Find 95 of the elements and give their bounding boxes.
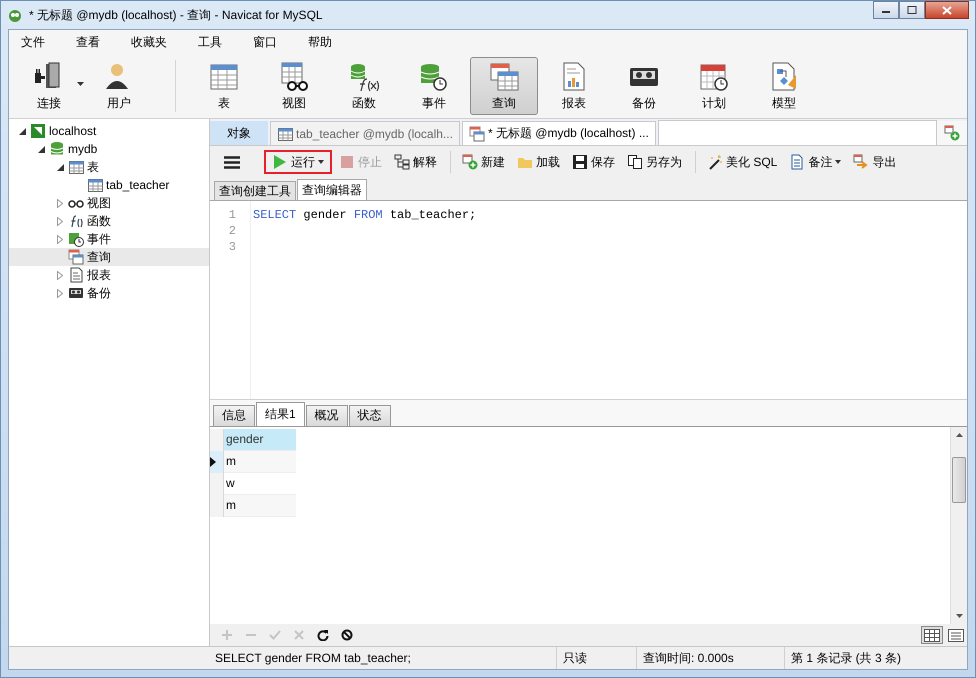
editor-toolbar-button[interactable]: 新建 — [457, 150, 510, 174]
toolbar-button[interactable]: 查询 — [470, 57, 538, 115]
document-icon — [789, 154, 806, 170]
report-icon — [68, 267, 84, 283]
editor-toolbar-button[interactable]: 备注 — [784, 150, 846, 174]
editor-toolbar-button[interactable]: 另存为 — [622, 150, 687, 174]
document-tab[interactable]: * 无标题 @mydb (localhost) ... — [462, 121, 656, 145]
table-cell: m — [224, 450, 296, 472]
view-mode-button[interactable] — [921, 626, 943, 644]
status-text: SELECT gender FROM tab_teacher; — [209, 647, 557, 669]
server-icon — [30, 123, 46, 139]
scroll-down-icon — [956, 614, 962, 618]
status-text: 只读 — [557, 647, 637, 669]
toolbar-button[interactable]: 函数 — [330, 57, 398, 115]
table-icon — [87, 177, 103, 193]
menu-item[interactable]: 查看 — [68, 32, 108, 52]
form-view-icon — [948, 628, 964, 642]
tree-item[interactable]: 查询 — [9, 248, 209, 266]
tree-item[interactable]: 函数 — [9, 212, 209, 230]
row-header[interactable] — [210, 450, 224, 472]
app-logo-icon — [7, 7, 23, 23]
status-text: 第 1 条记录 (共 3 条) — [790, 650, 902, 666]
tree-item[interactable]: 事件 — [9, 230, 209, 248]
toolbar-button[interactable]: 计划 — [680, 57, 748, 115]
query-tables-icon — [488, 60, 520, 92]
menu-icon — [224, 156, 240, 168]
tree-item[interactable]: localhost — [9, 122, 209, 140]
scroll-thumb[interactable] — [952, 456, 966, 502]
toolbar-button[interactable]: 报表 — [540, 57, 608, 115]
editor-mode-tab[interactable]: 查询创建工具 — [214, 181, 296, 200]
result-tab[interactable]: 结果1 — [256, 402, 305, 426]
menu-item[interactable]: 收藏夹 — [123, 32, 175, 52]
result-tab[interactable]: 信息 — [213, 404, 255, 426]
tree-item[interactable]: 视图 — [9, 194, 209, 212]
toolbar-button[interactable]: 连接 — [15, 57, 83, 115]
editor-toolbar-button[interactable]: 导出 — [848, 150, 902, 174]
toolbar-button[interactable]: 备份 — [610, 57, 678, 115]
copy-documents-icon — [627, 154, 643, 170]
line-number: 1 — [228, 207, 237, 223]
export-arrow-icon — [853, 154, 870, 170]
vertical-scrollbar[interactable] — [950, 426, 967, 624]
query-icon — [468, 126, 485, 142]
toolbar-button[interactable]: 视图 — [260, 57, 328, 115]
tree-item[interactable]: mydb — [9, 140, 209, 158]
database-clock-icon — [68, 231, 84, 247]
tree-item[interactable]: tab_teacher — [9, 176, 209, 194]
query-icon — [68, 249, 84, 265]
tree-item[interactable]: 表 — [9, 158, 209, 176]
new-tab-button[interactable] — [937, 121, 967, 145]
document-tab[interactable]: tab_teacher @mydb (localh... — [270, 121, 460, 145]
toolbar-button[interactable]: 事件 — [400, 57, 468, 115]
table-add-icon — [462, 154, 478, 170]
maximize-button[interactable] — [899, 1, 925, 19]
toolbar-button[interactable]: 模型 — [750, 57, 818, 115]
menu-item[interactable]: 文件 — [13, 32, 53, 52]
line-number: 3 — [228, 239, 237, 255]
table-add-icon — [944, 125, 960, 141]
grid-view-icon — [924, 628, 940, 642]
toolbar-button[interactable]: 表 — [190, 57, 258, 115]
tree-item[interactable]: 报表 — [9, 266, 209, 284]
close-button[interactable] — [925, 1, 969, 19]
window-title: * 无标题 @mydb (localhost) - 查询 - Navicat for MySQL — [29, 6, 324, 24]
database-icon — [49, 141, 65, 157]
view-mode-button[interactable] — [945, 626, 967, 644]
tree-item[interactable]: 备份 — [9, 284, 209, 302]
result-tab[interactable]: 状态 — [348, 404, 391, 426]
editor-toolbar-button[interactable]: 美化 SQL — [702, 150, 782, 174]
editor-toolbar-button[interactable]: 保存 — [567, 150, 620, 174]
cassette-tape-icon — [68, 285, 84, 301]
magic-wand-icon — [707, 154, 723, 170]
play-icon — [272, 154, 288, 170]
line-number: 2 — [228, 223, 237, 239]
maximize-icon — [907, 6, 917, 14]
editor-toolbar-button[interactable]: 运行 — [264, 150, 332, 174]
column-header[interactable]: gender — [224, 428, 296, 450]
status-text: 查询时间: 0.000s — [637, 647, 785, 669]
save-icon — [572, 154, 588, 170]
table-cell: m — [224, 494, 296, 516]
close-icon — [942, 6, 952, 14]
scroll-up-icon — [956, 432, 962, 436]
flowchart-icon — [394, 154, 410, 170]
table-icon — [68, 159, 84, 175]
menu-item[interactable]: 窗口 — [245, 32, 285, 52]
minimize-button[interactable] — [873, 1, 899, 19]
code-line: SELECT gender FROM tab_teacher; — [252, 207, 478, 223]
stop-icon — [339, 154, 355, 170]
result-tab[interactable]: 概况 — [306, 404, 348, 426]
menu-item[interactable]: 工具 — [190, 32, 230, 52]
document-tab[interactable]: 对象 — [210, 121, 268, 145]
editor-toolbar-button[interactable]: 加载 — [512, 150, 565, 174]
table-icon — [277, 126, 293, 142]
toolbar-button[interactable]: 用户 — [85, 57, 153, 115]
editor-mode-tab[interactable]: 查询编辑器 — [297, 179, 367, 200]
editor-toolbar-button[interactable]: 解释 — [389, 150, 442, 174]
menu-item[interactable]: 帮助 — [300, 32, 340, 52]
